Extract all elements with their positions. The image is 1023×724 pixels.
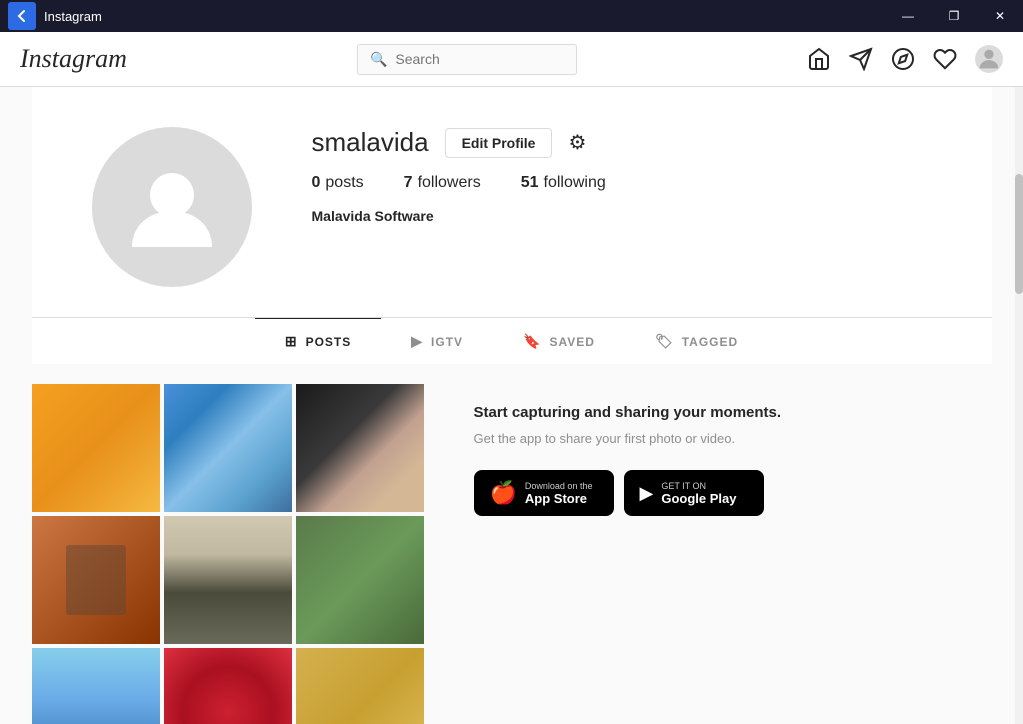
profile-avatar [92, 127, 252, 287]
saved-tab-icon: 🔖 [523, 333, 541, 350]
app-store-name: App Store [525, 491, 593, 506]
search-input[interactable] [395, 51, 555, 67]
posts-label: posts [325, 174, 363, 192]
title-bar: Instagram — ❐ ✕ [0, 0, 1023, 32]
edit-profile-button[interactable]: Edit Profile [445, 128, 553, 158]
post-thumbnail[interactable] [164, 384, 292, 512]
close-button[interactable]: ✕ [977, 0, 1023, 32]
maximize-button[interactable]: ❐ [931, 0, 977, 32]
side-panel: Start capturing and sharing your moments… [454, 384, 992, 724]
top-navigation: Instagram 🔍 [0, 32, 1023, 87]
app-store-button[interactable]: 🍎 Download on the App Store [474, 470, 614, 516]
post-thumbnail[interactable] [164, 648, 292, 724]
share-subtitle: Get the app to share your first photo or… [474, 431, 992, 446]
tabs-row: ⊞ POSTS ▶ IGTV 🔖 SAVED 🏷 TAGGED [32, 318, 992, 364]
search-bar[interactable]: 🔍 [357, 44, 577, 75]
post-thumbnail[interactable] [32, 384, 160, 512]
profile-avatar-small[interactable] [975, 45, 1003, 73]
followers-label: followers [418, 174, 481, 192]
following-count: 51 [521, 174, 539, 192]
following-stat: 51 following [521, 174, 606, 192]
tab-saved-label: SAVED [549, 335, 594, 349]
tab-tagged[interactable]: 🏷 TAGGED [625, 318, 768, 364]
following-label: following [544, 174, 606, 192]
post-thumbnail[interactable] [296, 384, 424, 512]
profile-username: smalavida [312, 127, 429, 158]
username-row: smalavida Edit Profile ⚙ [312, 127, 932, 158]
tab-posts-label: POSTS [306, 335, 352, 349]
nav-icons [807, 45, 1003, 73]
posts-tab-icon: ⊞ [285, 333, 298, 350]
settings-icon[interactable]: ⚙ [568, 130, 586, 155]
google-play-button[interactable]: ▶ GET IT ON Google Play [624, 470, 764, 516]
igtv-tab-icon: ▶ [411, 333, 423, 350]
profile-stats: 0 posts 7 followers 51 following [312, 174, 932, 192]
back-button[interactable] [8, 2, 36, 30]
home-icon[interactable] [807, 47, 831, 71]
posts-grid [32, 384, 424, 724]
post-thumbnail[interactable] [296, 648, 424, 724]
app-store-text: Download on the App Store [525, 481, 593, 506]
heart-icon[interactable] [933, 47, 957, 71]
profile-info: smalavida Edit Profile ⚙ 0 posts 7 follo… [312, 127, 932, 224]
main-content: smalavida Edit Profile ⚙ 0 posts 7 follo… [0, 87, 1023, 724]
posts-stat: 0 posts [312, 174, 364, 192]
window-title: Instagram [44, 9, 102, 24]
titlebar-left: Instagram [8, 2, 102, 30]
tab-tagged-label: TAGGED [682, 335, 738, 349]
app-store-sub: Download on the [525, 481, 593, 491]
minimize-button[interactable]: — [885, 0, 931, 32]
apple-icon: 🍎 [490, 480, 517, 506]
search-icon: 🔍 [370, 51, 387, 68]
tab-posts[interactable]: ⊞ POSTS [255, 318, 381, 364]
tagged-tab-icon: 🏷 [655, 333, 674, 350]
post-thumbnail[interactable] [164, 516, 292, 644]
google-play-icon: ▶ [640, 483, 654, 504]
google-play-text: GET IT ON Google Play [661, 481, 736, 506]
share-prompt: Start capturing and sharing your moments… [474, 404, 992, 421]
tab-igtv[interactable]: ▶ IGTV [381, 318, 493, 364]
google-play-name: Google Play [661, 491, 736, 506]
app-buttons: 🍎 Download on the App Store ▶ GET IT ON … [474, 470, 992, 516]
tab-saved[interactable]: 🔖 SAVED [493, 318, 625, 364]
explore-icon[interactable] [891, 47, 915, 71]
send-icon[interactable] [849, 47, 873, 71]
post-thumbnail[interactable] [296, 516, 424, 644]
scrollbar-thumb[interactable] [1015, 174, 1023, 294]
followers-count: 7 [404, 174, 413, 192]
google-play-sub: GET IT ON [661, 481, 736, 491]
posts-count: 0 [312, 174, 321, 192]
post-thumbnail[interactable] [32, 648, 160, 724]
tab-igtv-label: IGTV [431, 335, 463, 349]
post-thumbnail[interactable] [32, 516, 160, 644]
scrollbar-track [1015, 87, 1023, 724]
profile-section: smalavida Edit Profile ⚙ 0 posts 7 follo… [32, 87, 992, 317]
followers-stat: 7 followers [404, 174, 481, 192]
content-area: Start capturing and sharing your moments… [32, 364, 992, 724]
profile-bio: Malavida Software [312, 208, 932, 224]
instagram-logo[interactable]: Instagram [20, 44, 127, 74]
window-controls: — ❐ ✕ [885, 0, 1023, 32]
